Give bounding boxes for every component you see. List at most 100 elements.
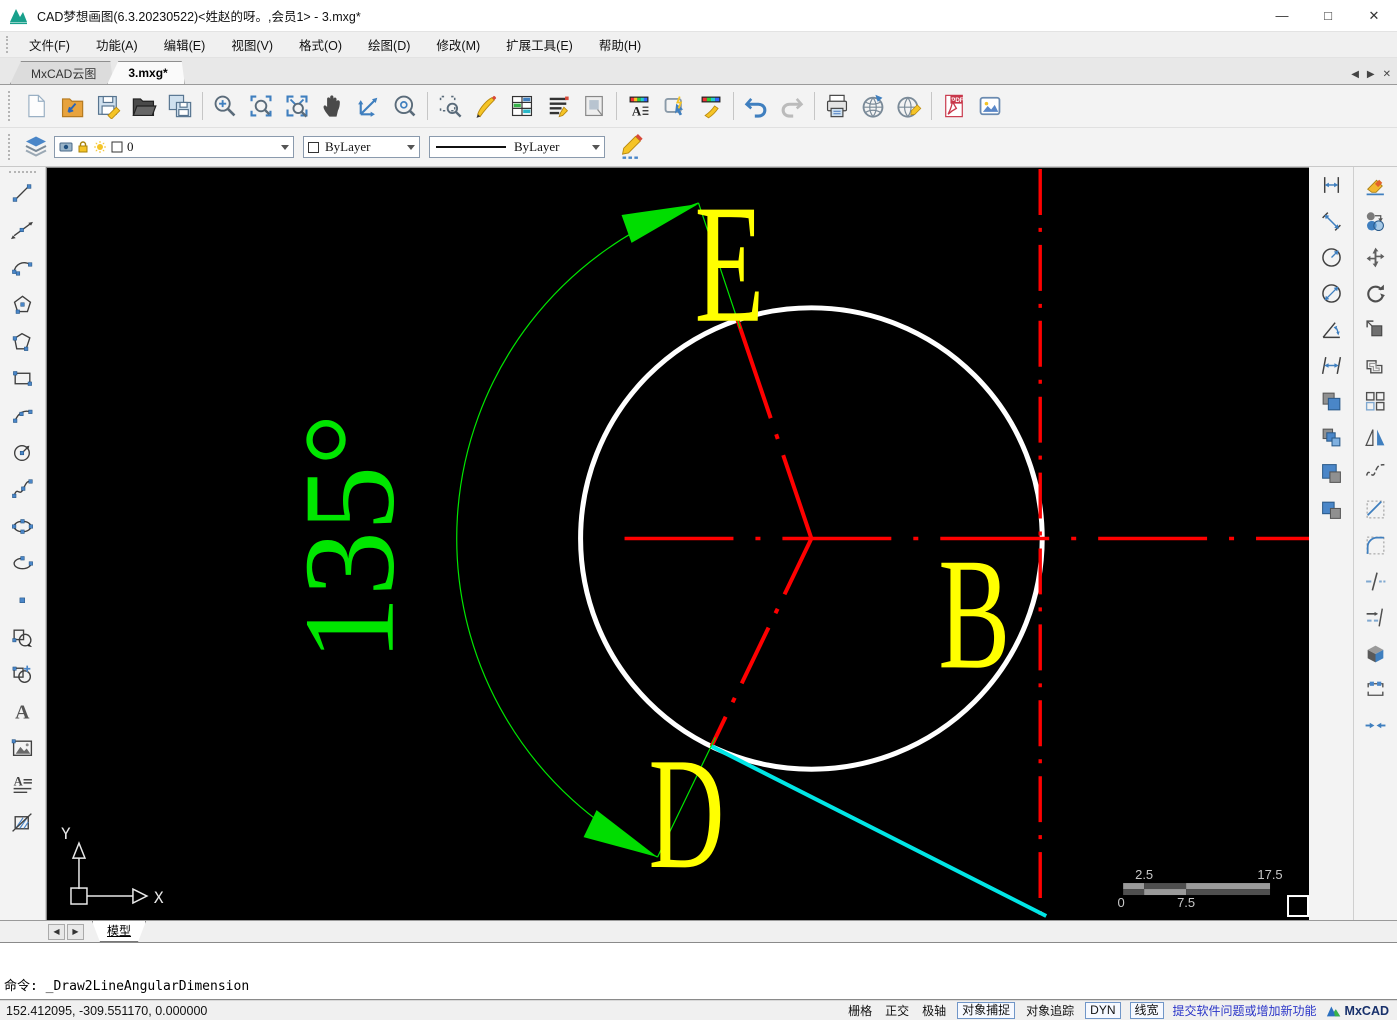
menu-item-1[interactable]: 功能(A) [83, 32, 151, 57]
chamfer-button[interactable] [1358, 491, 1394, 527]
tab-scroll-right-icon[interactable]: ▶ [1367, 69, 1375, 80]
dim-angular-button[interactable] [1313, 311, 1349, 347]
dimension-text[interactable]: 135° [278, 414, 422, 662]
status-toggle-dyn[interactable]: DYN [1085, 1002, 1121, 1019]
mirror-button[interactable] [1358, 419, 1394, 455]
rotate-button[interactable] [1358, 275, 1394, 311]
export-pdf-button[interactable]: PDF [936, 88, 972, 124]
draw-arc3p-button[interactable] [5, 397, 41, 434]
label-b[interactable]: B [938, 525, 1010, 702]
draw-text-button[interactable]: A [5, 693, 41, 730]
zoom-extents-button[interactable] [279, 88, 315, 124]
maximize-button[interactable]: □ [1305, 0, 1351, 31]
insert-block-button[interactable] [5, 619, 41, 656]
match-color-button[interactable] [1358, 203, 1394, 239]
insert-image-button[interactable] [972, 88, 1008, 124]
drawing-viewport[interactable]: 135° E B D 2.5 17.5 0 7.5 Y X [47, 168, 1309, 920]
zoom-previous-button[interactable] [432, 88, 468, 124]
match-properties-button[interactable] [693, 88, 729, 124]
quick-select-button[interactable] [657, 88, 693, 124]
label-d[interactable]: D [649, 725, 725, 902]
attach-image-button[interactable] [5, 730, 41, 767]
tab-close-icon[interactable]: ✕ [1383, 69, 1391, 80]
close-button[interactable]: ✕ [1351, 0, 1397, 31]
menu-item-0[interactable]: 文件(F) [16, 32, 83, 57]
tab-model-space[interactable]: 模型 [92, 921, 146, 942]
menu-item-5[interactable]: 绘图(D) [355, 32, 423, 57]
redo-button[interactable] [774, 88, 810, 124]
status-toggle-lineweight[interactable]: 线宽 [1129, 1002, 1164, 1019]
save-all-button[interactable] [162, 88, 198, 124]
move-button[interactable] [1358, 239, 1394, 275]
centerline-radial-d[interactable] [709, 537, 814, 748]
draw-ellipse-button[interactable] [5, 508, 41, 545]
open-folder-button[interactable] [126, 88, 162, 124]
text-list-button[interactable] [540, 88, 576, 124]
pan-button[interactable] [315, 88, 351, 124]
menu-item-3[interactable]: 视图(V) [218, 32, 286, 57]
ucs-axes-button[interactable] [351, 88, 387, 124]
join-button[interactable] [1358, 707, 1394, 743]
draw-hatch-button[interactable] [5, 804, 41, 841]
menu-item-8[interactable]: 帮助(H) [586, 32, 654, 57]
define-attribute-button[interactable]: A [5, 767, 41, 804]
erase-button[interactable] [1358, 167, 1394, 203]
web-publish-button[interactable] [855, 88, 891, 124]
copy-basepoint-button[interactable] [1313, 419, 1349, 455]
dim-continue-button[interactable] [1313, 347, 1349, 383]
offset-button[interactable] [1358, 347, 1394, 383]
explode-button[interactable] [1358, 635, 1394, 671]
web-upload-button[interactable] [891, 88, 927, 124]
property-table-button[interactable] [504, 88, 540, 124]
draw-polyline-button[interactable] [5, 323, 41, 360]
menu-item-7[interactable]: 扩展工具(E) [493, 32, 586, 57]
color-select[interactable]: ByLayer [303, 136, 420, 158]
save-button[interactable] [90, 88, 126, 124]
dim-radius-button[interactable] [1313, 239, 1349, 275]
dim-diameter-button[interactable] [1313, 275, 1349, 311]
stretch-button[interactable] [1358, 671, 1394, 707]
status-toggle-otrack[interactable]: 对象追踪 [1024, 1002, 1076, 1019]
break-button[interactable] [1358, 563, 1394, 599]
draw-xline-button[interactable] [5, 212, 41, 249]
zoom-in-button[interactable] [207, 88, 243, 124]
menu-item-4[interactable]: 格式(O) [286, 32, 355, 57]
status-toggle-polar[interactable]: 极轴 [920, 1002, 948, 1019]
minimize-button[interactable]: — [1259, 0, 1305, 31]
cyan-line-entity[interactable] [710, 744, 1048, 918]
draw-circle-button[interactable] [5, 434, 41, 471]
edit-polyline-button[interactable] [1358, 455, 1394, 491]
zoom-window-button[interactable] [243, 88, 279, 124]
layer-manager-button[interactable] [18, 129, 54, 165]
feedback-link[interactable]: 提交软件问题或增加新功能 [1173, 1002, 1317, 1019]
create-block-button[interactable] [5, 656, 41, 693]
draw-spline-button[interactable] [5, 471, 41, 508]
status-toggle-osnap[interactable]: 对象捕捉 [957, 1002, 1016, 1019]
draw-polygon-button[interactable] [5, 286, 41, 323]
draw-order-button[interactable] [614, 129, 650, 165]
zoom-center-button[interactable] [387, 88, 423, 124]
sheet-next-button[interactable]: ▶ [67, 923, 84, 940]
new-file-button[interactable] [18, 88, 54, 124]
scale-button[interactable] [1358, 311, 1394, 347]
fillet-button[interactable] [1358, 527, 1394, 563]
text-style-button[interactable]: A [621, 88, 657, 124]
sheet-prev-button[interactable]: ◀ [48, 923, 65, 940]
dim-aligned-button[interactable] [1313, 203, 1349, 239]
paste-clipboard-button[interactable] [1313, 455, 1349, 491]
status-toggle-grid[interactable]: 栅格 [846, 1002, 874, 1019]
layer-select[interactable]: 0 [54, 136, 294, 158]
status-toggle-ortho[interactable]: 正交 [883, 1002, 911, 1019]
paste-block-button[interactable] [1313, 491, 1349, 527]
draw-point-button[interactable] [5, 582, 41, 619]
copy-object-button[interactable] [1313, 383, 1349, 419]
tab-current-drawing[interactable]: 3.mxg* [107, 61, 184, 84]
undo-button[interactable] [738, 88, 774, 124]
array-button[interactable] [1358, 383, 1394, 419]
print-button[interactable] [819, 88, 855, 124]
label-e[interactable]: E [694, 170, 764, 358]
linetype-select[interactable]: ByLayer [429, 136, 605, 158]
drawing-canvas[interactable]: 135° E B D 2.5 17.5 0 7.5 Y X [46, 167, 1309, 920]
extend-button[interactable] [1358, 599, 1394, 635]
tab-scroll-left-icon[interactable]: ◀ [1351, 69, 1359, 80]
